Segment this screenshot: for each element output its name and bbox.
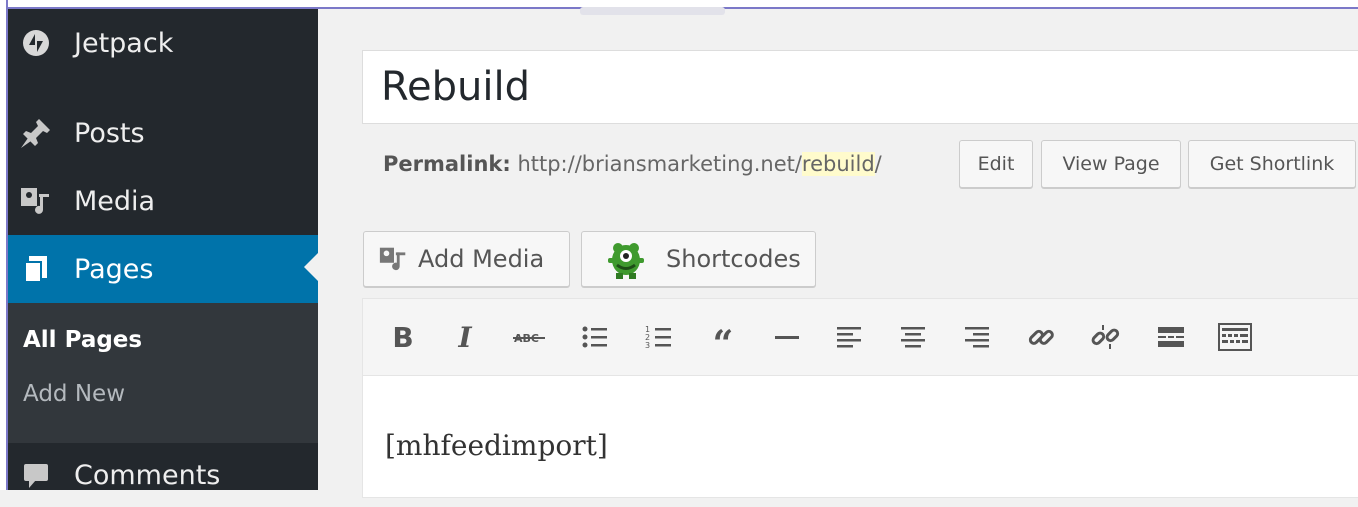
sidebar-item-media[interactable]: Media [8,169,318,233]
add-media-button[interactable]: Add Media [363,231,570,287]
permalink-label: Permalink: [383,152,511,176]
permalink-trailing-slash: / [874,152,882,176]
submenu-item-add-new[interactable]: Add New [23,381,125,407]
editor-toolbar: B I ABC 123 “ [363,299,1358,376]
active-indicator-arrow [304,253,318,281]
sidebar-item-label: Posts [74,117,145,149]
pin-icon [18,115,54,151]
sidebar-item-comments[interactable]: Comments [8,443,318,507]
bold-icon[interactable]: B [383,317,423,357]
pages-submenu: All Pages Add New [8,303,318,443]
sidebar-item-label: Jetpack [74,27,174,59]
align-right-icon[interactable] [957,317,997,357]
svg-text:3: 3 [645,341,650,350]
title-field-wrapper [362,50,1358,124]
sidebar-item-jetpack[interactable]: Jetpack [8,11,318,75]
remove-link-icon[interactable] [1085,317,1125,357]
sidebar-item-label: Comments [74,459,221,491]
heading-badge-fragment [580,7,725,15]
comment-icon [18,457,54,493]
align-center-icon[interactable] [893,317,933,357]
sidebar-item-posts[interactable]: Posts [8,101,318,165]
media-icon [18,183,54,219]
permalink-base-url[interactable]: http://briansmarketing.net/ [517,152,801,176]
submenu-item-all-pages[interactable]: All Pages [23,327,142,353]
content-editor: B I ABC 123 “ [mhfeedimport] [362,298,1358,498]
page-heading-fragment [415,0,535,10]
shortcodes-label: Shortcodes [666,245,801,273]
insert-link-icon[interactable] [1021,317,1061,357]
permalink-slug[interactable]: rebuild [801,152,875,176]
sidebar-item-label: Pages [74,253,154,285]
shortcodes-button[interactable]: Shortcodes [581,231,816,287]
bulleted-list-icon[interactable] [575,317,615,357]
edit-permalink-button[interactable]: Edit [959,140,1033,188]
blockquote-icon[interactable]: “ [703,317,743,362]
toolbar-toggle-icon[interactable] [1215,317,1255,357]
read-more-icon[interactable] [1151,317,1191,357]
horizontal-line-icon[interactable] [767,317,807,357]
editor-content[interactable]: [mhfeedimport] [385,429,608,462]
media-icon [378,244,410,274]
sidebar-item-pages[interactable]: Pages [8,235,318,303]
italic-icon[interactable]: I [445,317,485,357]
sidebar-item-label: Media [74,185,156,217]
add-media-label: Add Media [418,245,545,273]
align-left-icon[interactable] [829,317,869,357]
permalink-row: Permalink: http://briansmarketing.net/re… [383,152,882,176]
pages-icon [18,251,54,287]
jetpack-icon [18,25,54,61]
strikethrough-icon[interactable]: ABC [509,317,549,357]
monster-icon [604,238,648,280]
admin-sidebar: Jetpack Posts Media Pages All Pages Add … [8,9,318,491]
view-page-button[interactable]: View Page [1041,140,1181,188]
get-shortlink-button[interactable]: Get Shortlink [1188,140,1356,188]
title-input[interactable] [381,61,1281,113]
window-frame-left [0,0,8,490]
numbered-list-icon[interactable]: 123 [639,317,679,357]
